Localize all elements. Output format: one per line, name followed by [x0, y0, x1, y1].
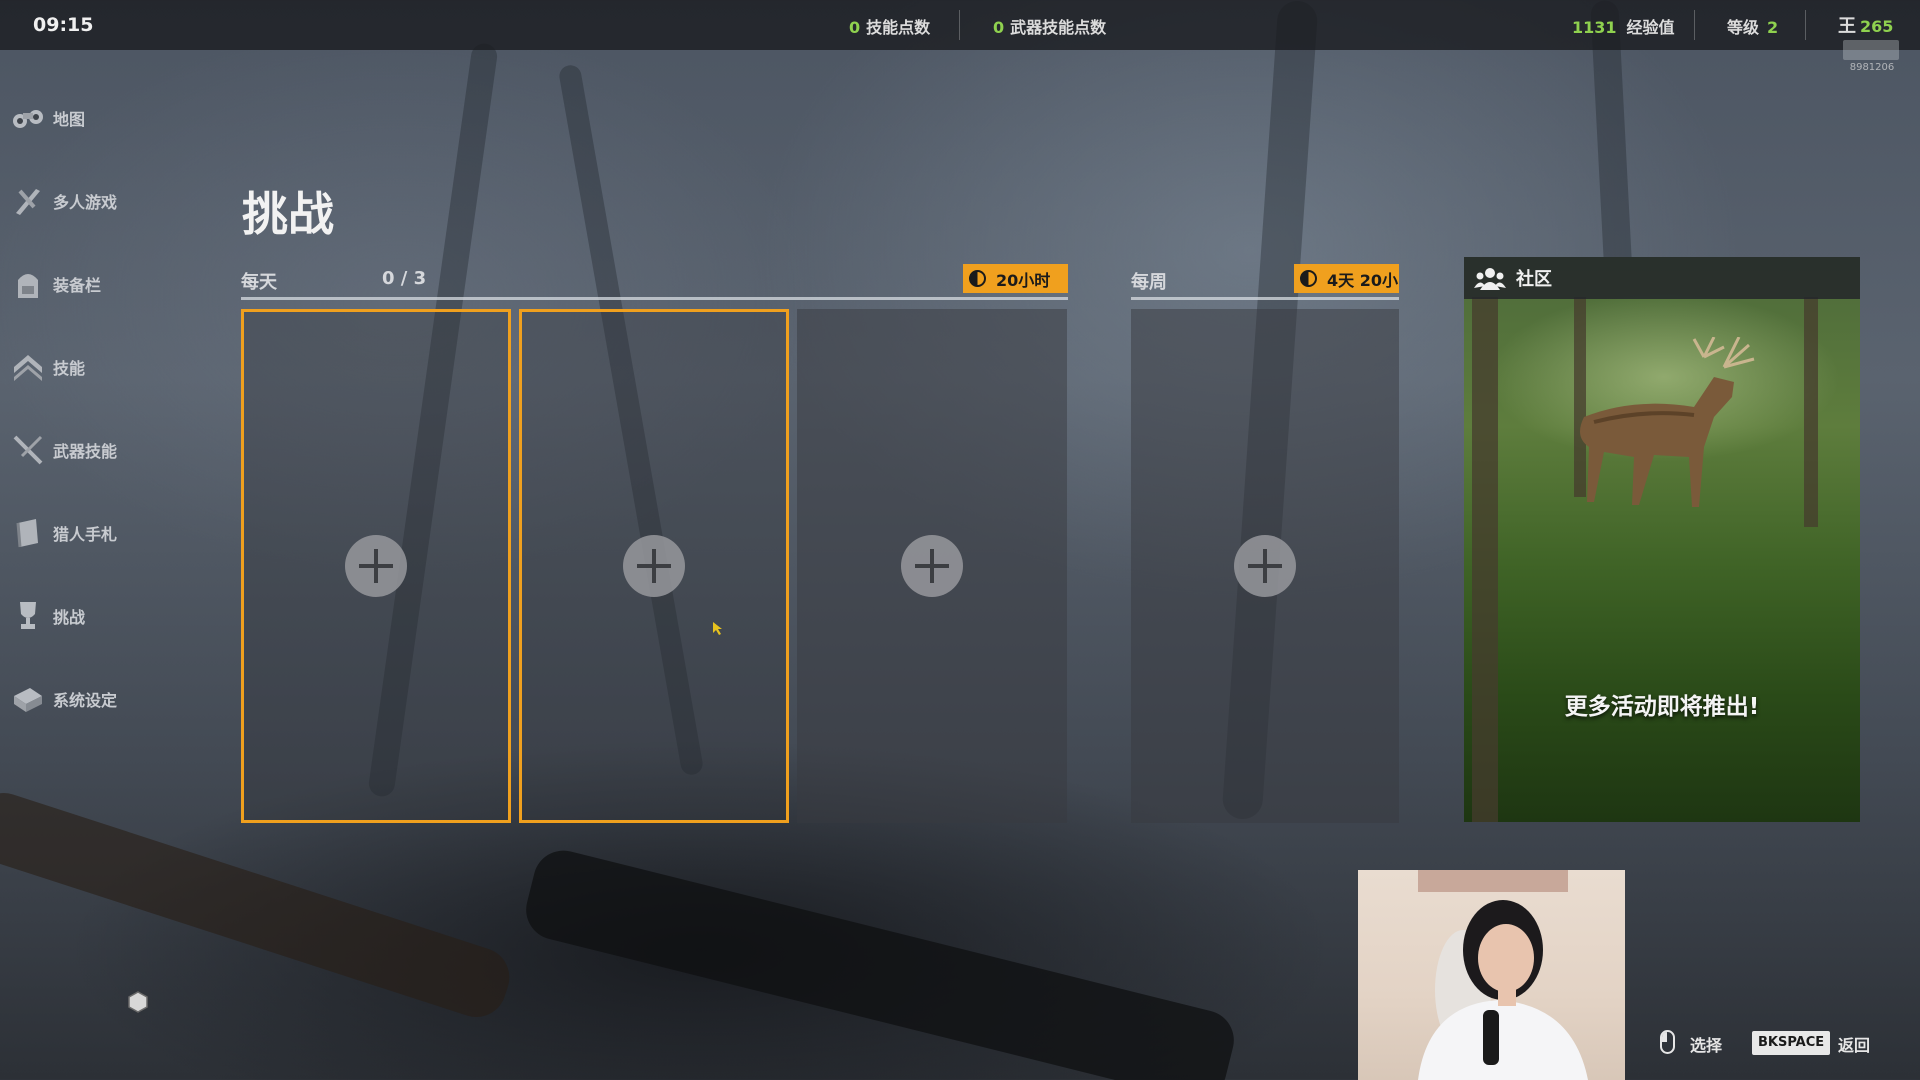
daily-label: 每天	[241, 272, 277, 293]
background-rifle	[519, 844, 1241, 1080]
sidebar-item-multiplayer[interactable]: 多人游戏	[10, 181, 180, 221]
trophy-icon	[10, 598, 46, 634]
currency-icon: 王	[1838, 16, 1856, 37]
weapon-skill-points: 0 武器技能点数	[993, 14, 1106, 38]
mouse-icon	[1660, 1030, 1675, 1054]
level: 等级 2	[1727, 14, 1784, 38]
sidebar-item-label: 地图	[53, 110, 86, 129]
daily-progress: 0 / 3	[382, 268, 427, 289]
level-value: 2	[1767, 18, 1779, 37]
sidebar-item-label: 装备栏	[53, 276, 102, 295]
level-label: 等级	[1727, 18, 1760, 37]
weekly-timer-text: 4天 20小	[1327, 270, 1398, 290]
daily-divider	[241, 297, 1068, 300]
currency: 王 265	[1838, 12, 1893, 38]
backspace-key-badge: BKSPACE	[1752, 1031, 1831, 1055]
sidebar-item-equipment[interactable]: 装备栏	[10, 264, 180, 304]
settings-icon	[10, 681, 46, 717]
weekly-label: 每周	[1131, 272, 1167, 293]
sidebar-item-label: 技能	[53, 359, 86, 378]
sidebar-item-skills[interactable]: 技能	[10, 347, 180, 387]
people-icon	[1474, 268, 1506, 290]
experience-label: 经验值	[1626, 18, 1675, 37]
daily-challenge-slot-3[interactable]	[797, 309, 1067, 823]
weekly-timer: 4天 20小	[1294, 264, 1399, 293]
mouse-cursor-icon	[713, 622, 722, 635]
sidebar-item-label: 系统设定	[53, 691, 118, 710]
skill-points-value: 0	[849, 18, 861, 37]
watermark-id: 8981206	[1849, 62, 1895, 73]
weapon-skill-points-value: 0	[993, 18, 1005, 37]
add-challenge-icon[interactable]	[901, 535, 963, 597]
community-header: 社区	[1464, 257, 1860, 299]
add-challenge-icon[interactable]	[1234, 535, 1296, 597]
community-image-tree	[1472, 297, 1498, 822]
daily-challenge-slot-2[interactable]	[519, 309, 789, 823]
watermark: 8981206	[1843, 40, 1901, 74]
crossed-rifles-icon	[10, 432, 46, 468]
sidebar-item-hunter-journal[interactable]: 猎人手札	[10, 513, 180, 553]
community-panel[interactable]: 社区 更多活动即将推出!	[1464, 257, 1860, 822]
community-deer-image	[1580, 337, 1755, 507]
backpack-icon	[10, 266, 46, 302]
moon-clock-icon	[969, 270, 986, 287]
sidebar-item-map[interactable]: 地图	[10, 98, 180, 138]
weekly-challenge-slot[interactable]	[1131, 309, 1399, 823]
sidebar-item-label: 挑战	[53, 608, 86, 627]
sidebar-item-label: 猎人手札	[53, 525, 118, 544]
divider	[1805, 10, 1806, 40]
weapon-skill-points-label: 武器技能点数	[1010, 18, 1107, 37]
sidebar-item-settings[interactable]: 系统设定	[10, 679, 180, 719]
select-hint[interactable]: 选择	[1690, 1032, 1722, 1056]
experience: 1131 经验值	[1572, 14, 1675, 38]
daily-timer: 20小时	[963, 264, 1068, 293]
currency-value: 265	[1860, 17, 1894, 36]
sidebar-item-label: 武器技能	[53, 442, 118, 461]
sidebar-item-label: 多人游戏	[53, 193, 118, 212]
streamer-webcam-image	[1418, 870, 1588, 1080]
sidebar-item-weapon-skills[interactable]: 武器技能	[10, 430, 180, 470]
skill-points-label: 技能点数	[866, 18, 931, 37]
daily-challenge-slot-1[interactable]	[241, 309, 511, 823]
hexagon-icon	[128, 991, 148, 1013]
community-message: 更多活动即将推出!	[1564, 694, 1760, 720]
clock: 09:15	[33, 14, 94, 36]
top-bar: 09:15 0 技能点数 0 武器技能点数 1131 经验值 等级 2 王 265	[0, 0, 1920, 50]
skill-points: 0 技能点数	[849, 14, 930, 38]
watermark-logo	[1843, 40, 1899, 60]
binoculars-icon	[10, 100, 46, 136]
rank-chevron-icon	[10, 349, 46, 385]
sidebar-item-challenges[interactable]: 挑战	[10, 596, 180, 636]
add-challenge-icon[interactable]	[623, 535, 685, 597]
streamer-webcam	[1358, 870, 1625, 1080]
daily-timer-text: 20小时	[996, 270, 1051, 290]
moon-clock-icon	[1300, 270, 1317, 287]
add-challenge-icon[interactable]	[345, 535, 407, 597]
page-title: 挑战	[242, 187, 334, 241]
community-title: 社区	[1516, 269, 1552, 290]
multiplayer-icon	[10, 183, 46, 219]
back-hint[interactable]: 返回	[1838, 1032, 1870, 1056]
experience-value: 1131	[1572, 18, 1617, 37]
weekly-divider	[1131, 297, 1399, 300]
community-image-tree	[1804, 297, 1818, 527]
journal-icon	[10, 515, 46, 551]
divider	[1694, 10, 1695, 40]
divider	[959, 10, 960, 40]
